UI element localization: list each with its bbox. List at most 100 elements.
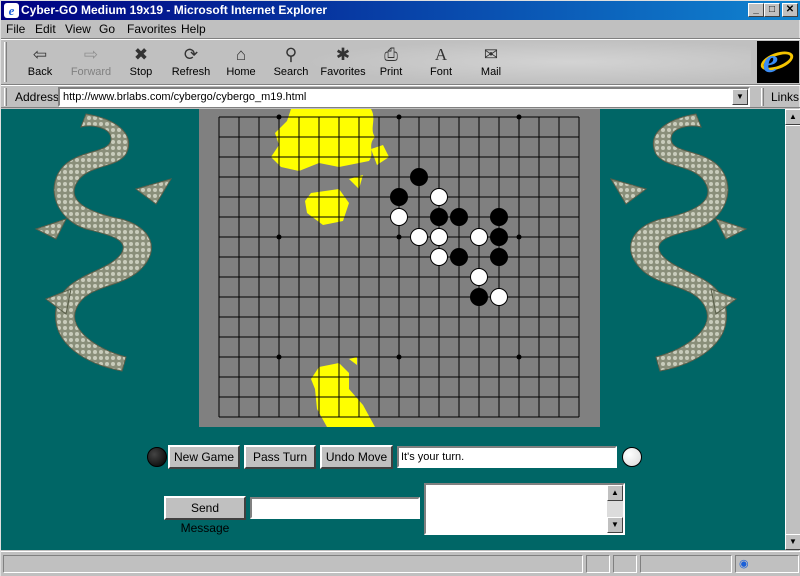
back-button[interactable]: ⇦ Back [16, 44, 64, 82]
star-point [396, 354, 402, 360]
white-stone [490, 288, 508, 306]
status-zone-cell: ◉ [735, 555, 799, 573]
go-board[interactable] [199, 109, 600, 427]
black-stone [450, 248, 468, 266]
chat-scroll-up-button[interactable]: ▲ [607, 485, 623, 501]
white-stone [430, 228, 448, 246]
menu-favorites[interactable]: Favorites [127, 22, 176, 36]
yellow-region-mid [305, 189, 349, 225]
standard-toolbar: ⇦ Back ⇨ Forward ✖ Stop ⟳ Refresh ⌂ Home… [1, 39, 800, 85]
new-game-button[interactable]: New Game [168, 445, 240, 469]
print-button[interactable]: ⎙ Print [367, 44, 415, 82]
maximize-button[interactable]: □ [764, 3, 780, 17]
black-stone [490, 248, 508, 266]
mail-button[interactable]: ✉ Mail [467, 44, 515, 82]
white-stone [430, 188, 448, 206]
favorites-folder-icon: ✱ [335, 45, 351, 64]
mail-icon: ✉ [483, 45, 499, 64]
go-board-grid[interactable] [199, 109, 600, 427]
browser-window: e Cyber-GO Medium 19x19 - Microsoft Inte… [0, 0, 800, 576]
left-dragon-image [34, 113, 173, 372]
undo-move-button[interactable]: Undo Move [320, 445, 393, 469]
window-title: Cyber-GO Medium 19x19 - Microsoft Intern… [21, 3, 328, 17]
favorites-button[interactable]: ✱ Favorites [317, 44, 369, 82]
pass-turn-button[interactable]: Pass Turn [244, 445, 316, 469]
black-stone [410, 168, 428, 186]
toolbar-grip[interactable] [4, 42, 7, 82]
black-stone [490, 228, 508, 246]
chat-log-scrollbar[interactable]: ▲ ▼ [607, 485, 623, 533]
message-input[interactable] [250, 497, 420, 519]
address-url: http://www.brlabs.com/cybergo/cybergo_m1… [63, 91, 307, 103]
star-point [516, 114, 522, 120]
black-stone [490, 208, 508, 226]
white-stone [470, 228, 488, 246]
yellow-region-top-small [371, 145, 389, 165]
black-stone [450, 208, 468, 226]
black-stone [430, 208, 448, 226]
star-point [396, 114, 402, 120]
star-point [396, 234, 402, 240]
black-player-stone-icon [147, 447, 167, 467]
menu-help[interactable]: Help [181, 22, 206, 36]
font-icon: A [434, 45, 448, 64]
status-blank-cell [640, 555, 732, 573]
right-dragon-image [609, 113, 748, 372]
menu-go[interactable]: Go [99, 22, 115, 36]
menu-file[interactable]: File [6, 22, 25, 36]
page-vertical-scrollbar[interactable]: ▲ ▼ [785, 109, 800, 550]
menu-bar: File Edit View Go Favorites Help [1, 20, 800, 39]
forward-button[interactable]: ⇨ Forward [67, 44, 115, 82]
ie-logo-icon: e [763, 43, 779, 80]
home-button[interactable]: ⌂ Home [217, 44, 265, 82]
menu-view[interactable]: View [65, 22, 91, 36]
status-bar: ◉ [1, 551, 800, 576]
yellow-region-bottom-dot [349, 357, 357, 365]
links-grip[interactable] [761, 88, 764, 106]
white-stone [430, 248, 448, 266]
stop-icon: ✖ [133, 45, 149, 64]
ie-throbber-logo: e [757, 41, 799, 83]
address-bar: Address http://www.brlabs.com/cybergo/cy… [1, 85, 800, 108]
page-scroll-down-button[interactable]: ▼ [785, 534, 800, 550]
star-point [516, 234, 522, 240]
title-bar[interactable]: e Cyber-GO Medium 19x19 - Microsoft Inte… [1, 1, 800, 20]
address-dropdown-button[interactable]: ▼ [732, 89, 748, 105]
minimize-button[interactable]: _ [748, 3, 764, 17]
black-stone [390, 188, 408, 206]
search-button[interactable]: ⚲ Search [267, 44, 315, 82]
stop-button[interactable]: ✖ Stop [117, 44, 165, 82]
forward-arrow-icon: ⇨ [83, 45, 99, 64]
star-point [516, 354, 522, 360]
status-secure-cell [613, 555, 637, 573]
internet-zone-icon: ◉ [739, 558, 749, 570]
send-message-button[interactable]: Send Message [164, 496, 246, 535]
search-icon: ⚲ [284, 45, 298, 64]
address-grip[interactable] [4, 88, 7, 106]
font-button[interactable]: A Font [417, 44, 465, 82]
close-button[interactable]: ✕ [782, 3, 798, 17]
home-icon: ⌂ [235, 45, 247, 64]
page-scroll-up-button[interactable]: ▲ [785, 109, 800, 125]
star-point [276, 354, 282, 360]
refresh-icon: ⟳ [183, 45, 199, 64]
star-point [276, 234, 282, 240]
board-grid-lines [218, 116, 580, 418]
printer-icon: ⎙ [384, 45, 398, 64]
chat-log-textarea[interactable]: ▲ ▼ [424, 483, 625, 535]
ie-page-icon: e [4, 3, 19, 18]
status-progress-cell [586, 555, 610, 573]
white-stone [470, 268, 488, 286]
star-point [276, 114, 282, 120]
white-stone [390, 208, 408, 226]
page-content: New Game Pass Turn Undo Move It's your t… [1, 109, 785, 550]
menu-edit[interactable]: Edit [35, 22, 56, 36]
back-arrow-icon: ⇦ [32, 45, 48, 64]
chat-scroll-down-button[interactable]: ▼ [607, 517, 623, 533]
page-scroll-thumb[interactable] [785, 125, 800, 535]
links-button[interactable]: Links [771, 90, 799, 104]
refresh-button[interactable]: ⟳ Refresh [167, 44, 215, 82]
address-input[interactable]: http://www.brlabs.com/cybergo/cybergo_m1… [58, 87, 750, 107]
turn-status-field: It's your turn. [397, 446, 617, 468]
black-stone [470, 288, 488, 306]
